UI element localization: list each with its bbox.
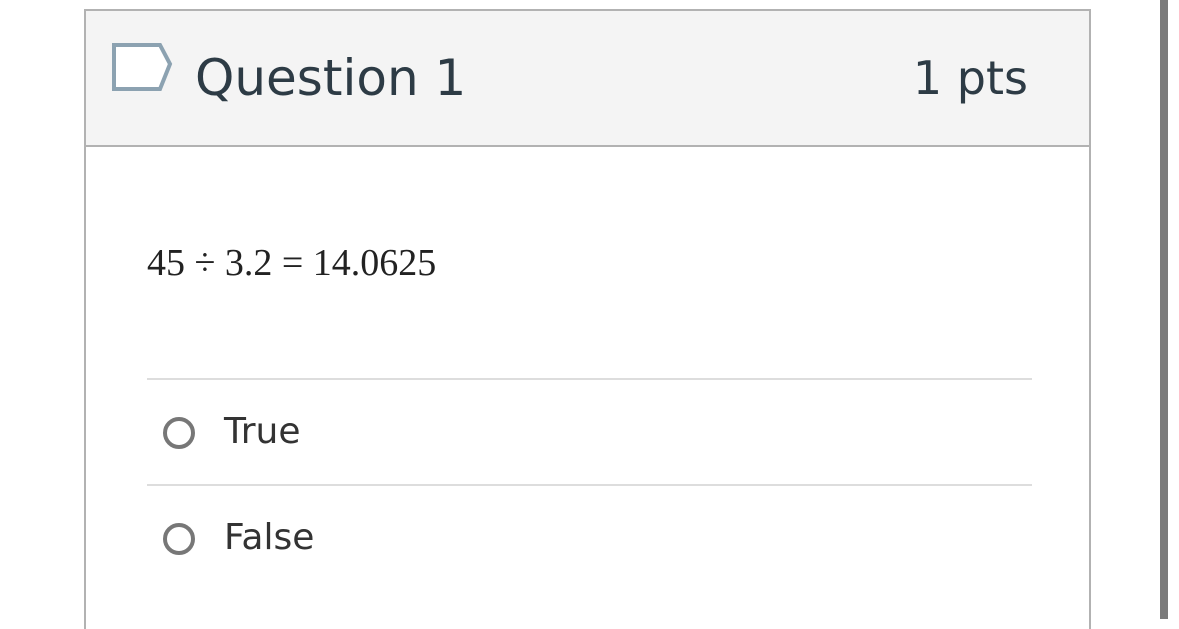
question-text: 45 ÷ 3.2 = 14.0625 bbox=[147, 242, 437, 284]
radio-button-true[interactable] bbox=[163, 417, 195, 449]
radio-button-false[interactable] bbox=[163, 523, 195, 555]
question-title: Question 1 bbox=[195, 49, 467, 107]
question-header: Question 1 1 pts bbox=[86, 11, 1089, 147]
page-scrollbar-edge bbox=[1160, 0, 1168, 619]
answer-option-false[interactable]: False bbox=[147, 486, 1032, 590]
flag-outline-icon[interactable] bbox=[111, 42, 173, 92]
answer-label-true[interactable]: True bbox=[224, 410, 300, 454]
question-card: Question 1 1 pts 45 ÷ 3.2 = 14.0625 True… bbox=[84, 9, 1091, 629]
answer-option-true[interactable]: True bbox=[147, 380, 1032, 484]
answer-label-false[interactable]: False bbox=[224, 516, 314, 560]
question-points: 1 pts bbox=[912, 51, 1028, 105]
